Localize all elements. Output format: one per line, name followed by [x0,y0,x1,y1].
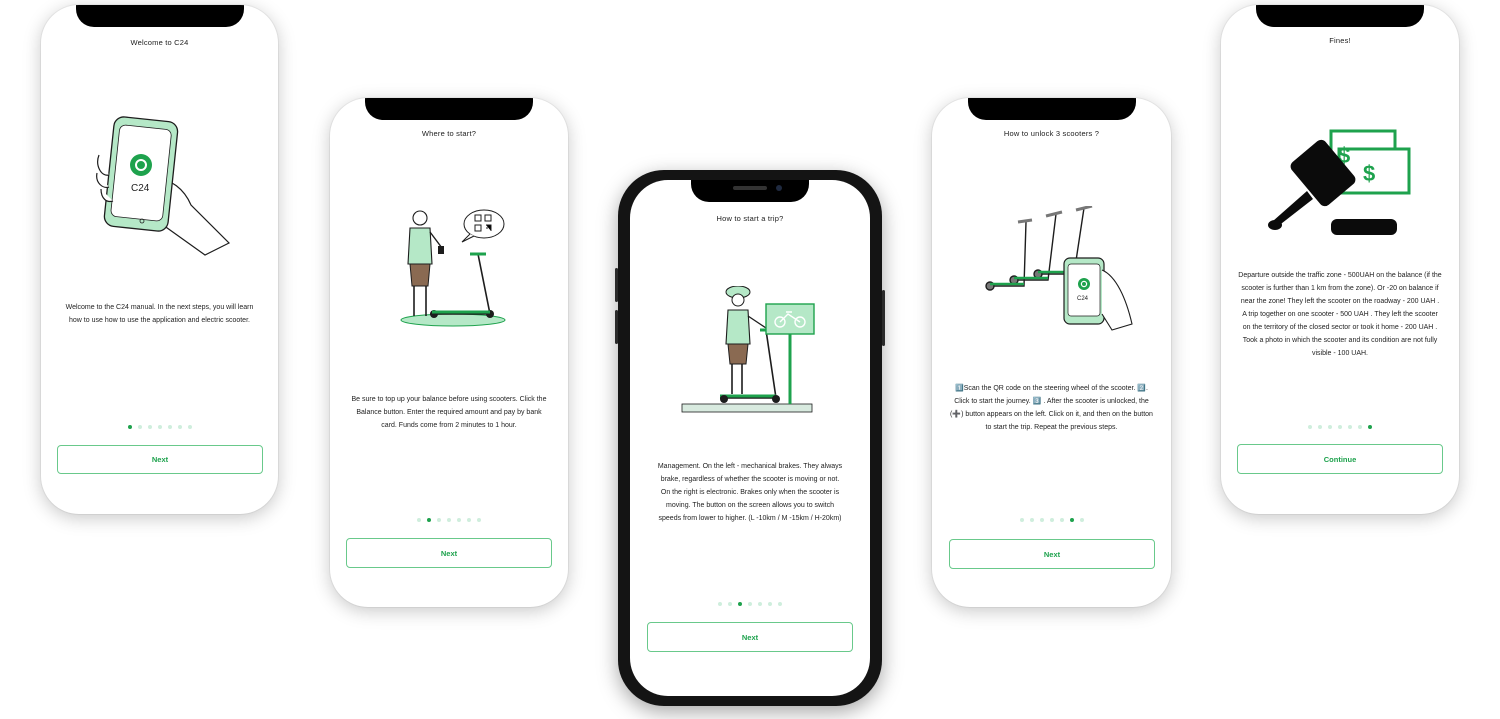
phone-notch [691,180,809,202]
page-dot [447,518,451,522]
onboarding-screen-where-to-start: Where to start? Be sure to top up your b… [330,98,568,607]
screen-description: Welcome to the C24 manual. In the next s… [65,304,254,324]
page-dot [1049,518,1054,522]
page-dot [127,425,132,429]
page-dot [147,425,152,429]
page-dot [768,602,772,606]
onboarding-screen-start-trip: How to start a trip? Management. On the … [630,180,870,696]
power-button [882,290,885,346]
svg-text:$: $ [1363,161,1375,186]
page-dot [738,602,742,606]
phone-notch [1256,5,1424,27]
screen-title: How to unlock 3 scooters ? [1003,129,1100,138]
page-dot [778,602,782,606]
page-dot [1318,425,1322,429]
screen-title: How to start a trip? [716,214,784,223]
page-dot [1328,425,1332,429]
page-indicator [932,518,1171,522]
screen-description: Departure outside the traffic zone - 500… [1238,272,1442,357]
page-dot [1338,425,1342,429]
onboarding-screen-fines: Fines! $ $ Departure outside the traffic… [1221,5,1459,514]
page-dot [1079,518,1084,522]
bike-sign-icon [765,303,815,335]
page-indicator [630,602,870,606]
page-dot [457,518,461,522]
screen-title: Welcome to C24 [130,38,189,47]
screen-description: 1️⃣Scan the QR code on the steering whee… [950,385,1153,431]
c24-logo-text: C24 [131,183,150,194]
speaker-grille [733,186,767,190]
phone-notch [967,98,1136,120]
phone-notch [75,5,244,27]
next-button[interactable]: Next [57,445,263,474]
gavel-and-money-icon: $ $ [1265,129,1415,246]
page-dot [167,425,172,429]
page-indicator [1221,425,1459,429]
page-dot [1029,518,1034,522]
page-dot [758,602,762,606]
page-dot [177,425,182,429]
rider-on-scooter-icon [680,285,820,421]
volume-button [615,310,618,344]
screen-description: Management. On the left - mechanical bra… [657,463,843,522]
phone-in-hand-icon: C24 [95,113,235,263]
page-dot [1358,425,1362,429]
page-dot [157,425,162,429]
page-dot [1039,518,1044,522]
page-dot [1059,518,1064,522]
next-button[interactable]: Next [949,539,1155,569]
page-dot [427,518,431,522]
page-dot [748,602,752,606]
c24-logo-text: C24 [1077,296,1089,302]
page-dot [1368,425,1372,429]
screen-title: Where to start? [421,129,477,138]
page-dot [137,425,142,429]
phone-notch [365,98,533,120]
page-indicator [41,425,278,429]
page-dot [1308,425,1312,429]
page-dot [718,602,722,606]
page-dot [467,518,471,522]
screen-description: Be sure to top up your balance before us… [351,396,547,429]
page-dot [728,602,732,606]
page-dot [1019,518,1024,522]
page-indicator [330,518,568,522]
man-with-scooter-icon [398,208,513,333]
screen-title: Fines! [1329,36,1351,45]
next-button[interactable]: Next [346,538,552,568]
front-camera [776,185,782,191]
page-dot [417,518,421,522]
onboarding-screen-unlock-scooters: How to unlock 3 scooters ? C24 1️⃣Scan t… [932,98,1171,607]
page-dot [1069,518,1074,522]
volume-button [615,268,618,302]
page-dot [437,518,441,522]
continue-button[interactable]: Continue [1237,444,1443,474]
page-dot [187,425,192,429]
three-scooters-icon: C24 [984,204,1134,341]
page-dot [477,518,481,522]
page-dot [1348,425,1352,429]
next-button[interactable]: Next [647,622,853,652]
onboarding-screen-welcome: Welcome to C24 C24 Welcome to the C24 ma… [41,5,278,514]
